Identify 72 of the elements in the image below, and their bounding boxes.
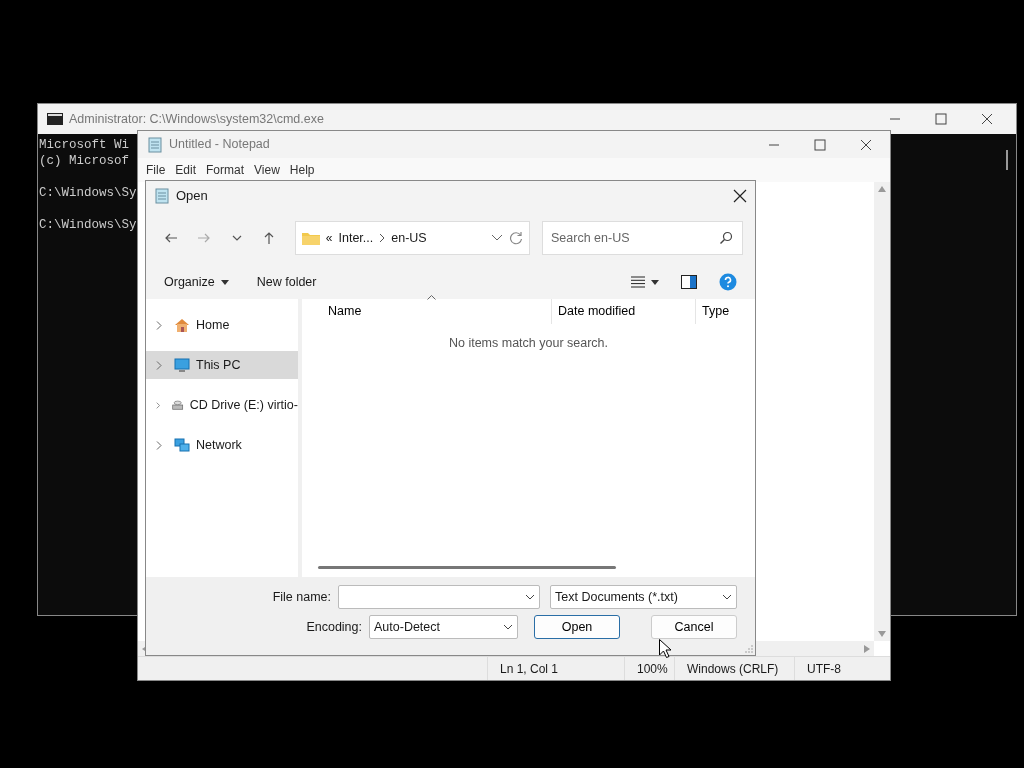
sidebar-item[interactable]: CD Drive (E:) virtio-: [146, 391, 298, 419]
folder-icon: [301, 231, 320, 245]
resize-grip-icon: [745, 645, 753, 653]
field-label: Encoding:: [306, 618, 362, 636]
menu-item[interactable]: Help: [284, 161, 320, 179]
console-line: C:\Windows\Sy: [39, 185, 137, 201]
scrollbar-thumb[interactable]: [1006, 150, 1008, 170]
menu-item[interactable]: View: [249, 161, 285, 179]
console-line: Microsoft Wi: [39, 137, 129, 153]
back-icon: [164, 231, 179, 245]
dialog-title: Open: [176, 187, 209, 206]
search-field[interactable]: Search en-US: [542, 221, 743, 255]
new-folder-button[interactable]: New folder: [248, 268, 325, 296]
monitor-icon: [174, 357, 190, 373]
notepad-icon: [154, 188, 170, 204]
overflow-chevrons[interactable]: «: [325, 229, 333, 247]
preview-pane-icon: [681, 275, 697, 289]
dialog-button[interactable]: Open: [534, 615, 620, 639]
dialog-button[interactable]: Cancel: [651, 615, 737, 639]
encoding-dropdown[interactable]: Auto-Detect: [369, 615, 518, 639]
sidebar-item[interactable]: Network: [146, 431, 298, 459]
sidebar-item[interactable]: Home: [146, 311, 298, 339]
chevron-down-icon: [722, 594, 732, 600]
window-title: Untitled - Notepad: [169, 136, 271, 154]
menu-item[interactable]: File: [141, 161, 171, 179]
chevron-right-icon[interactable]: [156, 360, 162, 370]
home-icon: [174, 317, 190, 333]
breadcrumb-item[interactable]: en-US: [391, 228, 427, 248]
field-label: File name:: [272, 588, 331, 606]
refresh-icon[interactable]: [509, 231, 523, 245]
sort-up-icon: [426, 295, 436, 300]
menu-item[interactable]: Format: [201, 161, 250, 179]
forward-icon: [197, 231, 212, 245]
scroll-up-icon[interactable]: [878, 186, 886, 192]
maximize-icon[interactable]: [812, 136, 828, 153]
chevron-down-icon: [525, 594, 535, 600]
caret-icon: [220, 279, 229, 285]
chevron-down-icon: [503, 624, 513, 630]
file-type-dropdown[interactable]: Text Documents (*.txt): [550, 585, 737, 609]
chevron-right-icon[interactable]: [156, 320, 162, 330]
help-icon: [719, 273, 737, 291]
close-icon[interactable]: [979, 111, 995, 127]
chevron-right-icon: [379, 234, 386, 242]
console-icon: [47, 113, 63, 125]
sidebar-item[interactable]: This PC: [146, 351, 298, 379]
file-name-field[interactable]: [338, 585, 540, 609]
notepad-icon: [147, 136, 163, 153]
empty-message: No items match your search.: [447, 335, 610, 352]
status-text: Ln 1, Col 1: [487, 657, 624, 680]
chevron-right-icon[interactable]: [156, 400, 161, 410]
disc-drive-icon: [172, 397, 184, 413]
menu-item[interactable]: Edit: [170, 161, 202, 179]
list-view-icon: [631, 276, 645, 288]
status-text: Windows (CRLF): [674, 657, 794, 680]
chevron-right-icon[interactable]: [156, 440, 162, 450]
scroll-down-icon[interactable]: [878, 631, 886, 637]
scroll-right-icon[interactable]: [864, 644, 870, 653]
network-icon: [174, 437, 190, 453]
breadcrumb-item[interactable]: Inter...: [338, 228, 374, 248]
scrollbar-thumb[interactable]: [318, 566, 616, 569]
chevron-down-icon[interactable]: [491, 234, 503, 242]
search-icon: [719, 231, 733, 245]
console-line: (c) Microsof: [39, 153, 129, 169]
window-title: Administrator: C:\Windows\system32\cmd.exe: [69, 110, 325, 128]
caret-icon: [651, 279, 659, 285]
maximize-icon[interactable]: [933, 111, 949, 127]
close-icon[interactable]: [732, 188, 748, 204]
mouse-cursor-icon: [659, 639, 671, 658]
status-text: UTF-8: [794, 657, 890, 680]
address-bar[interactable]: « Inter... en-US: [294, 221, 530, 255]
organize-button[interactable]: Organize: [156, 268, 237, 296]
console-line: C:\Windows\Sy: [39, 217, 137, 233]
